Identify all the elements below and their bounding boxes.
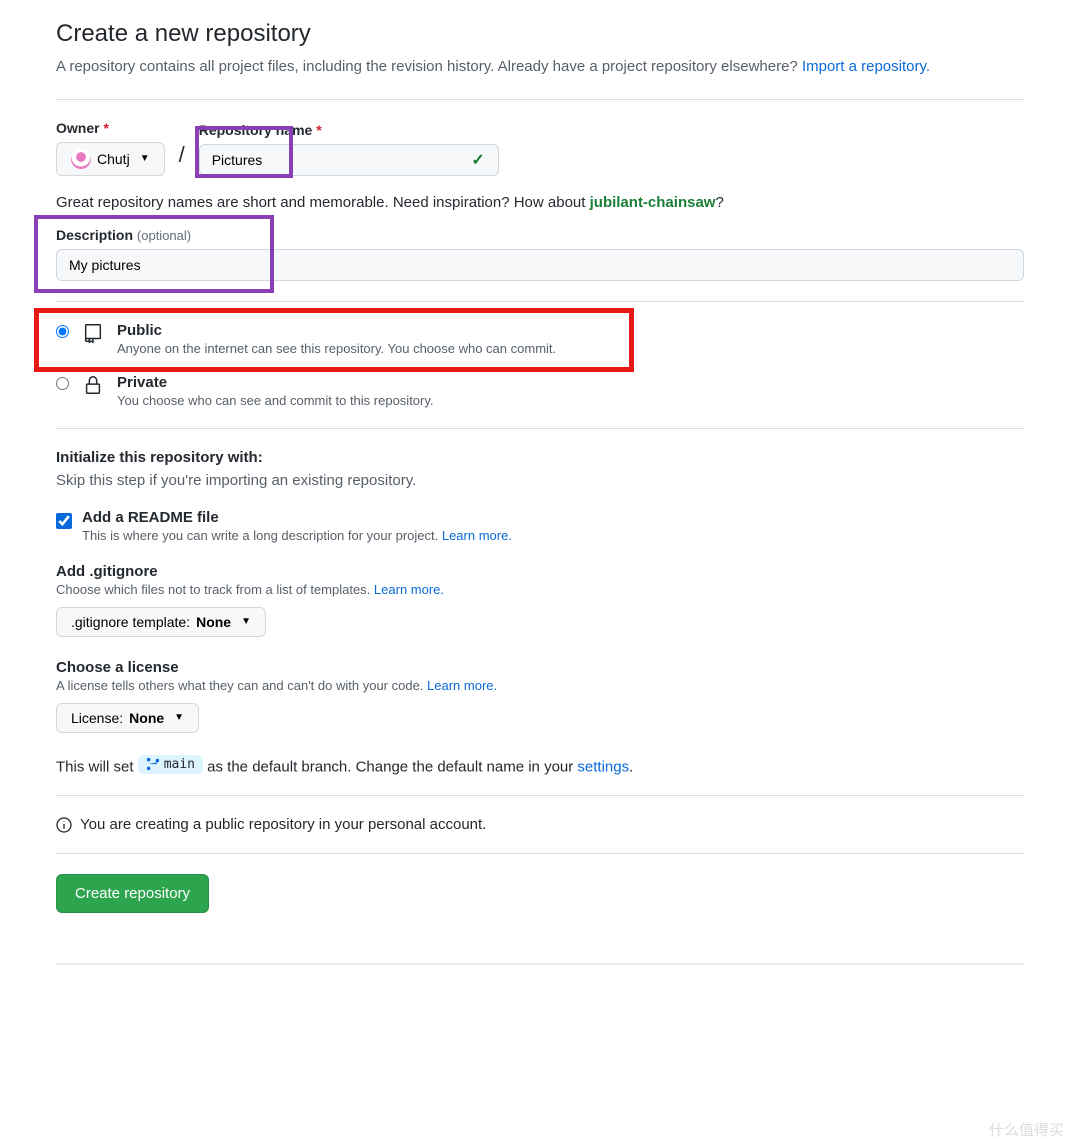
license-desc: A license tells others what they can and…	[56, 678, 1024, 693]
readme-desc: This is where you can write a long descr…	[82, 528, 1024, 543]
avatar-icon	[71, 149, 91, 169]
settings-link[interactable]: settings	[577, 758, 629, 775]
name-suggestion[interactable]: jubilant-chainsaw	[590, 194, 716, 211]
license-title: Choose a license	[56, 659, 1024, 676]
info-message: You are creating a public repository in …	[56, 816, 1024, 833]
readme-checkbox[interactable]	[56, 513, 72, 529]
slash-separator: /	[179, 142, 185, 168]
info-icon	[56, 817, 72, 833]
init-sub: Skip this step if you're importing an ex…	[56, 472, 1024, 489]
watermark: 什么值得买	[989, 1119, 1064, 1140]
divider	[56, 795, 1024, 796]
page-title: Create a new repository	[56, 20, 1024, 48]
public-radio[interactable]	[56, 325, 69, 338]
gitignore-learn-more[interactable]: Learn more.	[374, 582, 444, 597]
branch-info: This will set main as the default branch…	[56, 755, 1024, 776]
public-desc: Anyone on the internet can see this repo…	[117, 341, 1024, 356]
private-desc: You choose who can see and commit to thi…	[117, 393, 1024, 408]
owner-label: Owner *	[56, 120, 165, 136]
chevron-down-icon: ▼	[174, 712, 184, 723]
readme-title: Add a README file	[82, 509, 1024, 526]
divider	[56, 301, 1024, 302]
private-title: Private	[117, 374, 1024, 391]
chevron-down-icon: ▼	[140, 153, 150, 164]
page-subtitle: A repository contains all project files,…	[56, 56, 1024, 79]
divider	[56, 853, 1024, 854]
check-icon: ✓	[471, 150, 484, 170]
init-heading: Initialize this repository with:	[56, 449, 1024, 466]
gitignore-dropdown[interactable]: .gitignore template: None ▼	[56, 607, 266, 637]
license-learn-more[interactable]: Learn more.	[427, 678, 497, 693]
divider	[56, 99, 1024, 100]
license-dropdown[interactable]: License: None ▼	[56, 703, 199, 733]
owner-dropdown[interactable]: Chutj ▼	[56, 142, 165, 176]
divider	[56, 428, 1024, 429]
chevron-down-icon: ▼	[241, 616, 251, 627]
create-repository-button[interactable]: Create repository	[56, 874, 209, 913]
readme-learn-more[interactable]: Learn more.	[442, 528, 512, 543]
gitignore-desc: Choose which files not to track from a l…	[56, 582, 1024, 597]
repo-icon	[81, 322, 105, 344]
footer-divider	[56, 963, 1024, 965]
branch-badge: main	[138, 755, 203, 774]
private-radio[interactable]	[56, 377, 69, 390]
import-link[interactable]: Import a repository.	[802, 58, 930, 75]
public-title: Public	[117, 322, 1024, 339]
lock-icon	[81, 374, 105, 396]
gitignore-title: Add .gitignore	[56, 563, 1024, 580]
name-hint: Great repository names are short and mem…	[56, 194, 1024, 211]
